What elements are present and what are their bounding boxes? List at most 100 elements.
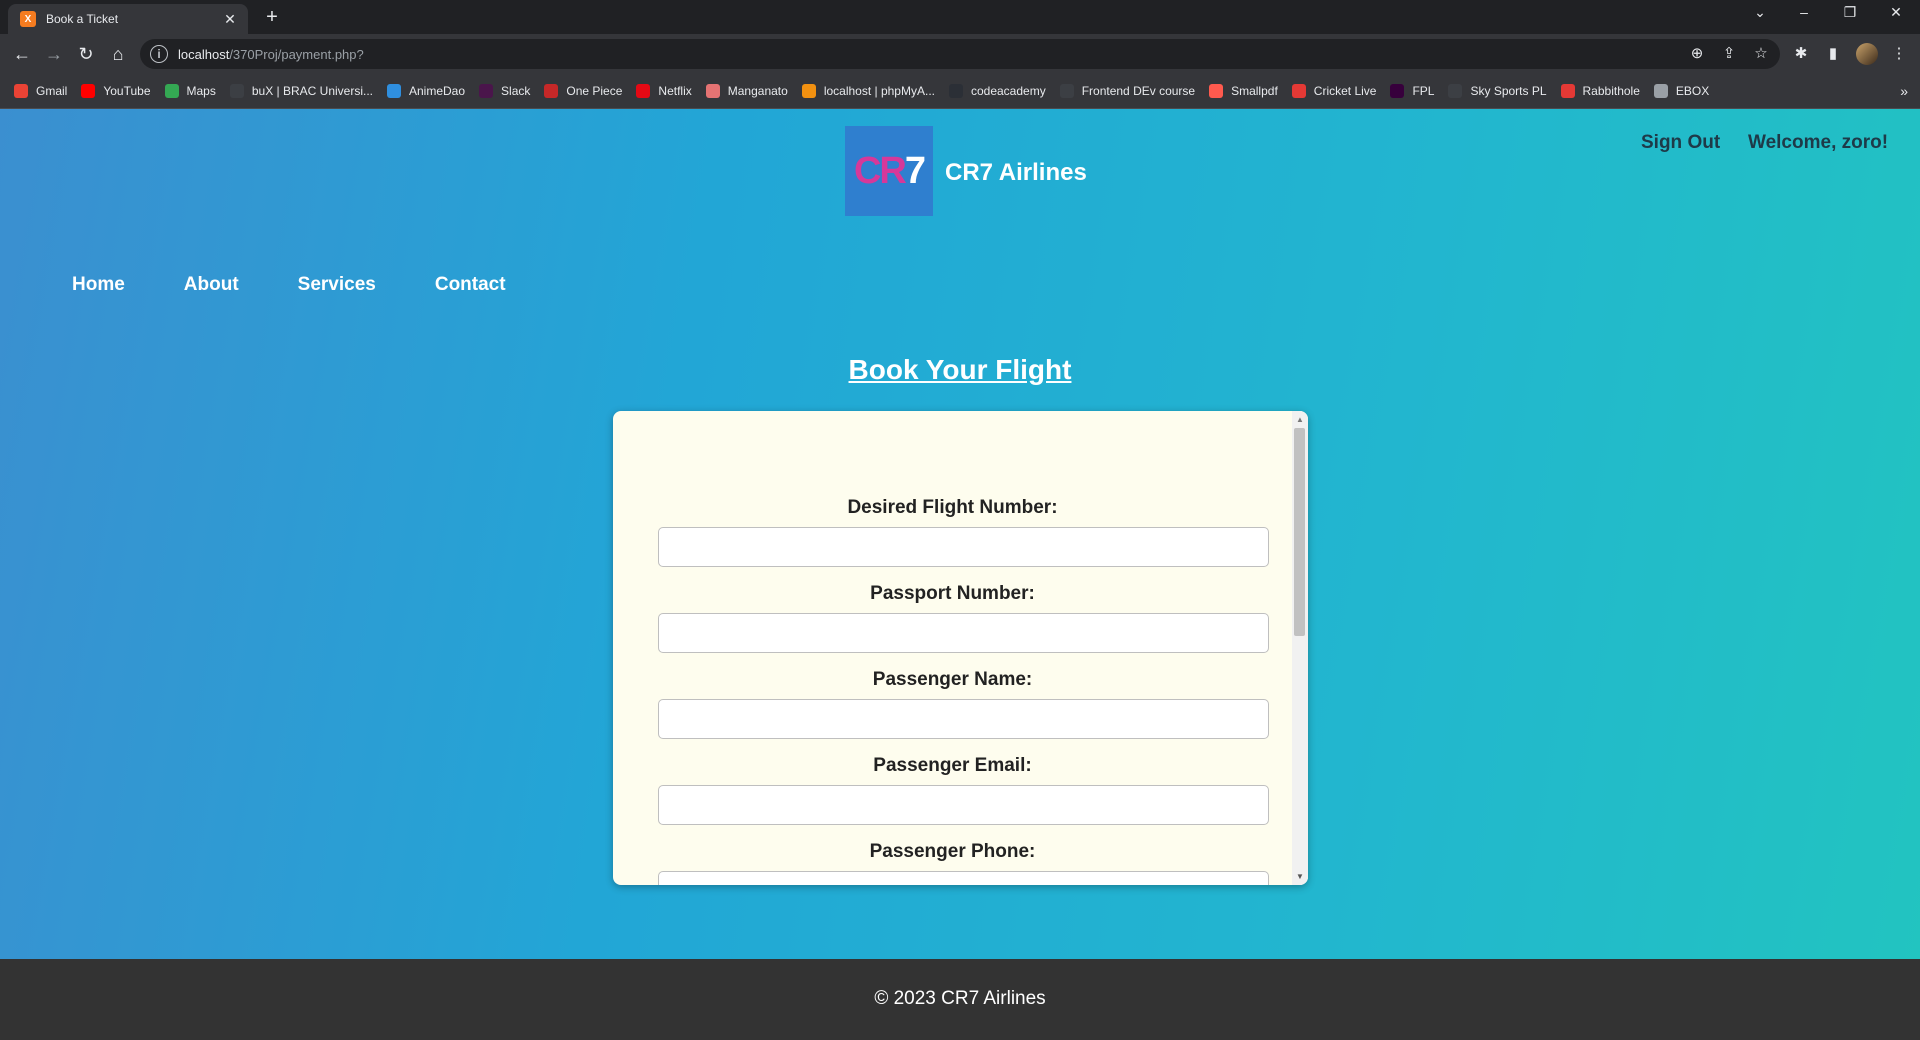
- booking-form[interactable]: Desired Flight Number: Passport Number: …: [613, 411, 1308, 885]
- bookmark-label: EBOX: [1675, 84, 1710, 98]
- bookmark-favicon-icon: [636, 84, 651, 98]
- share-icon[interactable]: ⇪: [1716, 39, 1742, 69]
- flight-number-input[interactable]: [658, 527, 1269, 567]
- passenger-name-label: Passenger Name:: [872, 669, 1033, 690]
- bookmark-favicon-icon: [1390, 84, 1405, 98]
- passenger-phone-input[interactable]: [658, 871, 1269, 885]
- minimize-icon[interactable]: –: [1784, 4, 1824, 20]
- site-info-icon[interactable]: i: [150, 45, 168, 63]
- bookmark-label: Frontend DEv course: [1081, 84, 1196, 98]
- tab-title: Book a Ticket: [46, 12, 119, 26]
- tab-close-icon[interactable]: ✕: [220, 11, 240, 28]
- xampp-icon: X: [20, 11, 36, 27]
- bookmark-label: Manganato: [727, 84, 788, 98]
- bookmark-item[interactable]: Rabbithole: [1560, 84, 1640, 98]
- nav-about[interactable]: About: [184, 274, 239, 296]
- scroll-down-icon[interactable]: ▼: [1292, 872, 1308, 881]
- nav-services[interactable]: Services: [298, 274, 376, 296]
- bookmark-label: Sky Sports PL: [1470, 84, 1547, 98]
- bookmark-item[interactable]: EBOX: [1653, 84, 1710, 98]
- page-content: CR7 CR7 Airlines Sign Out Welcome, zoro!…: [0, 109, 1920, 1040]
- forward-icon[interactable]: →: [42, 42, 66, 66]
- passenger-email-input[interactable]: [658, 785, 1269, 825]
- restore-icon[interactable]: ❐: [1830, 4, 1870, 21]
- bookmark-label: YouTube: [103, 84, 151, 98]
- page-title: Book Your Flight: [848, 354, 1072, 385]
- bookmark-label: Slack: [501, 84, 531, 98]
- bookmark-item[interactable]: FPL: [1390, 84, 1434, 98]
- nav-contact[interactable]: Contact: [435, 274, 506, 296]
- bookmark-label: Rabbithole: [1582, 84, 1640, 98]
- bookmark-item[interactable]: Slack: [479, 84, 530, 98]
- bookmark-item[interactable]: Manganato: [705, 84, 788, 98]
- bookmark-item[interactable]: One Piece: [544, 84, 622, 98]
- form-scrollbar[interactable]: ▲ ▼: [1292, 411, 1308, 885]
- bookmark-label: localhost | phpMyA...: [823, 84, 935, 98]
- more-bookmarks-icon[interactable]: »: [1900, 83, 1908, 99]
- close-window-icon[interactable]: ✕: [1876, 4, 1916, 21]
- extensions-icon[interactable]: ✱: [1788, 42, 1814, 66]
- bookmark-favicon-icon: [801, 84, 816, 98]
- zoom-icon[interactable]: ⊕: [1684, 39, 1710, 69]
- bookmark-item[interactable]: Netflix: [636, 84, 692, 98]
- bookmark-item[interactable]: codeacademy: [948, 84, 1046, 98]
- logo-seven: 7: [904, 149, 926, 192]
- menu-icon[interactable]: ⋮: [1886, 42, 1912, 66]
- bookmark-favicon-icon: [387, 84, 401, 98]
- sign-out-link[interactable]: Sign Out: [1641, 132, 1720, 154]
- bookmark-label: One Piece: [566, 84, 623, 98]
- scroll-up-icon[interactable]: ▲: [1292, 415, 1308, 424]
- bookmark-item[interactable]: Cricket Live: [1291, 84, 1377, 98]
- scroll-thumb[interactable]: [1294, 428, 1305, 636]
- bookmark-favicon-icon: [705, 84, 720, 98]
- bookmarks-bar: Gmail YouTube Maps buX | BRAC Universi... An…: [0, 74, 1920, 109]
- bookmark-item[interactable]: Gmail: [14, 84, 67, 98]
- tab-search-icon[interactable]: ⌄: [1740, 4, 1780, 21]
- passenger-email-label: Passenger Email:: [873, 755, 1032, 776]
- address-bar[interactable]: i localhost/370Proj/payment.php? ⊕ ⇪ ☆: [140, 39, 1780, 69]
- welcome-text: Welcome, zoro!: [1748, 132, 1889, 153]
- bookmark-item[interactable]: buX | BRAC Universi...: [229, 84, 373, 98]
- profile-avatar[interactable]: [1856, 43, 1878, 65]
- bookmark-item[interactable]: Smallpdf: [1209, 84, 1278, 98]
- bookmark-favicon-icon: [1059, 84, 1074, 98]
- passenger-name-input[interactable]: [658, 699, 1269, 739]
- bookmark-item[interactable]: AnimeDao: [387, 84, 465, 98]
- new-tab-icon[interactable]: +: [260, 6, 284, 29]
- bookmark-favicon-icon: [1291, 84, 1306, 98]
- browser-toolbar: ← → ↻ ⌂ i localhost/370Proj/payment.php?…: [0, 34, 1920, 74]
- bookmark-favicon-icon: [14, 84, 28, 98]
- browser-tab[interactable]: X Book a Ticket ✕: [8, 4, 248, 34]
- url-text[interactable]: localhost/370Proj/payment.php?: [178, 47, 364, 62]
- bookmark-item[interactable]: Maps: [164, 84, 216, 98]
- brand-name: CR7 Airlines: [945, 159, 1087, 186]
- bookmark-label: buX | BRAC Universi...: [251, 84, 373, 98]
- reload-icon[interactable]: ↻: [74, 42, 98, 66]
- bookmark-label: Maps: [186, 84, 216, 98]
- bookmark-label: Cricket Live: [1313, 84, 1377, 98]
- footer-copyright: © 2023 CR7 Airlines: [874, 988, 1046, 1009]
- bookmark-favicon-icon: [1209, 84, 1224, 98]
- bookmark-item[interactable]: localhost | phpMyA...: [801, 84, 935, 98]
- bookmark-item[interactable]: Sky Sports PL: [1448, 84, 1547, 98]
- footer: © 2023 CR7 Airlines: [0, 959, 1920, 1040]
- bookmark-label: AnimeDao: [409, 84, 466, 98]
- bookmark-favicon-icon: [229, 84, 244, 98]
- bookmark-favicon-icon: [164, 84, 179, 98]
- bookmark-star-icon[interactable]: ☆: [1748, 39, 1774, 69]
- side-panel-icon[interactable]: ▮: [1820, 42, 1846, 66]
- bookmark-favicon-icon: [479, 84, 494, 98]
- bookmark-label: Smallpdf: [1231, 84, 1278, 98]
- bookmark-item[interactable]: Frontend DEv course: [1059, 84, 1196, 98]
- passport-number-input[interactable]: [658, 613, 1269, 653]
- nav-home[interactable]: Home: [72, 274, 125, 296]
- bookmark-label: Gmail: [36, 84, 68, 98]
- logo-cr: CR: [853, 149, 907, 192]
- home-icon[interactable]: ⌂: [106, 42, 130, 66]
- back-icon[interactable]: ←: [10, 42, 34, 66]
- bookmark-item[interactable]: YouTube: [81, 84, 151, 98]
- bookmark-label: codeacademy: [970, 84, 1046, 98]
- tab-strip: X Book a Ticket ✕ + ⌄ – ❐ ✕: [0, 0, 1920, 34]
- bookmark-label: FPL: [1412, 84, 1435, 98]
- logo[interactable]: CR7: [845, 126, 933, 216]
